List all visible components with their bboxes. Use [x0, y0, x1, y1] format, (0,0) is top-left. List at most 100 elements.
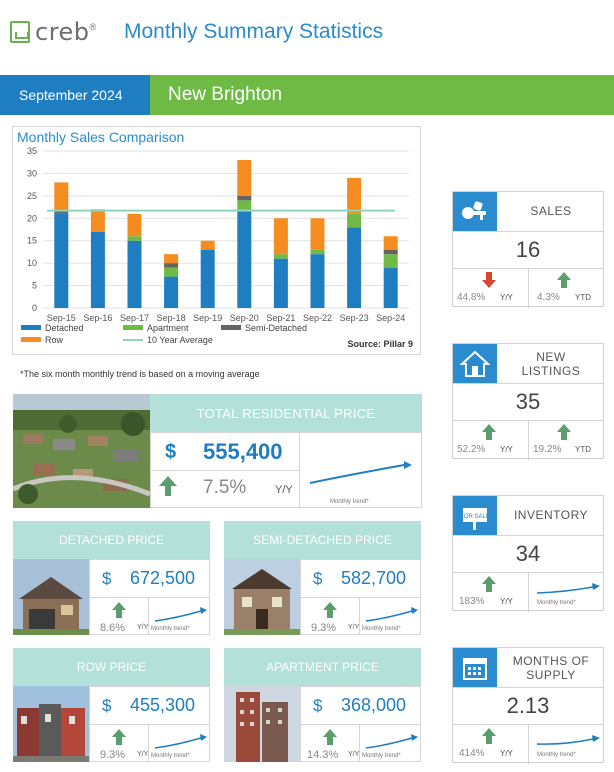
- period-banner: September 2024: [0, 75, 150, 115]
- apartment-price-value: 368,000: [341, 695, 407, 715]
- semi-price-title: SEMI-DETACHED PRICE: [224, 521, 421, 559]
- divider: [528, 420, 529, 460]
- detached-yy: Y/Y: [137, 624, 149, 631]
- up-arrow-icon: [323, 729, 337, 745]
- up-arrow-icon: [323, 602, 337, 618]
- semi-price-value: 582,700: [341, 568, 407, 588]
- x-tick-label: Sep-24: [376, 313, 405, 323]
- page-title: Monthly Summary Statistics: [124, 20, 384, 43]
- trend-label: Monthly trend*: [362, 626, 401, 632]
- bar-detached: [310, 254, 325, 308]
- legend-swatch: [123, 325, 143, 330]
- apartment-trend-box: Monthly trend*: [360, 725, 421, 762]
- x-tick-label: Sep-21: [266, 313, 295, 323]
- row-price-value: 455,300: [130, 695, 196, 715]
- new-listings-title-1: NEW: [536, 350, 566, 364]
- total-price-trend: Monthly trend*: [300, 432, 422, 508]
- new-listings-ytd-pct: 19.2%: [533, 444, 562, 455]
- bar-row: [237, 159, 252, 196]
- bar-apartment: [347, 213, 362, 228]
- semi-trend-box: Monthly trend*: [360, 598, 421, 635]
- inventory-value: 34: [515, 541, 541, 566]
- sales-title: SALES: [530, 204, 572, 218]
- trend-line-icon: [154, 734, 207, 749]
- supply-value: 2.13: [506, 693, 550, 718]
- total-price-value: 555,400: [203, 439, 283, 464]
- semi-pct: 9.3%: [311, 622, 337, 634]
- legend-label: Apartment: [147, 323, 189, 333]
- calendar-icon: [453, 648, 497, 688]
- bar-detached: [54, 213, 69, 308]
- apartment-yy: Y/Y: [348, 751, 360, 758]
- legend-swatch: [221, 325, 241, 330]
- divider: [453, 231, 603, 232]
- y-tick-label: 25: [27, 191, 37, 201]
- new-listings-yy-label: Y/Y: [500, 445, 513, 454]
- bar-detached: [383, 267, 398, 308]
- bar-row: [383, 236, 398, 250]
- creb-logo[interactable]: creb ®: [10, 18, 96, 46]
- apartment-building-photo: [224, 686, 300, 762]
- bar-row: [200, 240, 215, 250]
- up-arrow-icon: [112, 602, 126, 618]
- y-tick-label: 35: [27, 146, 37, 156]
- x-tick-label: Sep-16: [83, 313, 112, 323]
- total-price-dollar: $: [165, 441, 177, 463]
- bar-detached: [164, 276, 179, 308]
- bar-apartment: [127, 236, 142, 241]
- supply-yy-pct: 414%: [459, 748, 485, 759]
- detached-price-row: $ 672,500: [89, 559, 210, 598]
- supply-yy-label: Y/Y: [500, 749, 513, 758]
- sales-yy-label: Y/Y: [500, 293, 513, 302]
- trend-line-icon: [536, 735, 600, 745]
- up-arrow-icon: [159, 476, 177, 496]
- chart-source: Source: Pillar 9: [347, 339, 413, 349]
- x-tick-label: Sep-20: [230, 313, 259, 323]
- months-of-supply-card: MONTHS OF SUPPLY 2.13 414% Y/Y Monthly t…: [452, 647, 604, 764]
- bar-semi-detached: [164, 263, 179, 268]
- apartment-price-row: $ 368,000: [300, 686, 421, 725]
- row-house-photo: [13, 686, 89, 762]
- apartment-pct: 14.3%: [307, 749, 339, 761]
- y-tick-label: 30: [27, 168, 37, 178]
- trend-label: Monthly trend*: [537, 600, 576, 606]
- apartment-pct-box: 14.3% Y/Y: [300, 725, 360, 762]
- divider: [528, 724, 529, 764]
- total-price-title: TOTAL RESIDENTIAL PRICE: [150, 394, 422, 432]
- y-tick-label: 5: [32, 281, 37, 291]
- semi-detached-price-card: SEMI-DETACHED PRICE $ 582,700 9.3% Y/Y M…: [224, 521, 421, 635]
- bar-detached: [347, 227, 362, 308]
- up-arrow-icon: [112, 729, 126, 745]
- detached-pct: 8.6%: [100, 622, 126, 634]
- x-tick-label: Sep-17: [120, 313, 149, 323]
- legend-swatch: [21, 325, 41, 330]
- semi-detached-house-photo: [224, 559, 300, 635]
- sales-ytd-pct: 4.3%: [537, 292, 560, 303]
- new-listings-card: NEW LISTINGS 35 52.2% Y/Y 19.2% YTD: [452, 343, 604, 460]
- detached-trend-box: Monthly trend*: [149, 598, 210, 635]
- x-tick-label: Sep-15: [47, 313, 76, 323]
- bar-row: [347, 177, 362, 214]
- inventory-yy-label: Y/Y: [500, 597, 513, 606]
- total-price-values: $ 555,400 7.5% Y/Y: [150, 432, 300, 508]
- for-sale-sign-icon: FOR SALE: [453, 496, 497, 536]
- bar-row: [54, 182, 69, 210]
- key-icon: [453, 192, 497, 232]
- supply-title-1: MONTHS OF: [512, 654, 590, 668]
- semi-pct-box: 9.3% Y/Y: [300, 598, 360, 635]
- legend-swatch: [21, 337, 41, 342]
- up-arrow-icon: [557, 272, 571, 288]
- legend-label: Detached: [45, 323, 84, 333]
- total-residential-price-card: TOTAL RESIDENTIAL PRICE $ 555,400 7.5% Y…: [150, 394, 422, 508]
- trend-label: Monthly trend*: [537, 752, 576, 758]
- divider: [453, 687, 603, 688]
- bar-apartment: [310, 249, 325, 255]
- x-tick-label: Sep-19: [193, 313, 222, 323]
- legend-label: Row: [45, 335, 64, 345]
- bar-detached: [127, 240, 142, 308]
- divider: [528, 268, 529, 308]
- bar-semi-detached: [383, 249, 398, 255]
- bar-row: [310, 218, 325, 250]
- apartment-price-title: APARTMENT PRICE: [224, 648, 421, 686]
- new-listings-yy-pct: 52.2%: [457, 444, 486, 455]
